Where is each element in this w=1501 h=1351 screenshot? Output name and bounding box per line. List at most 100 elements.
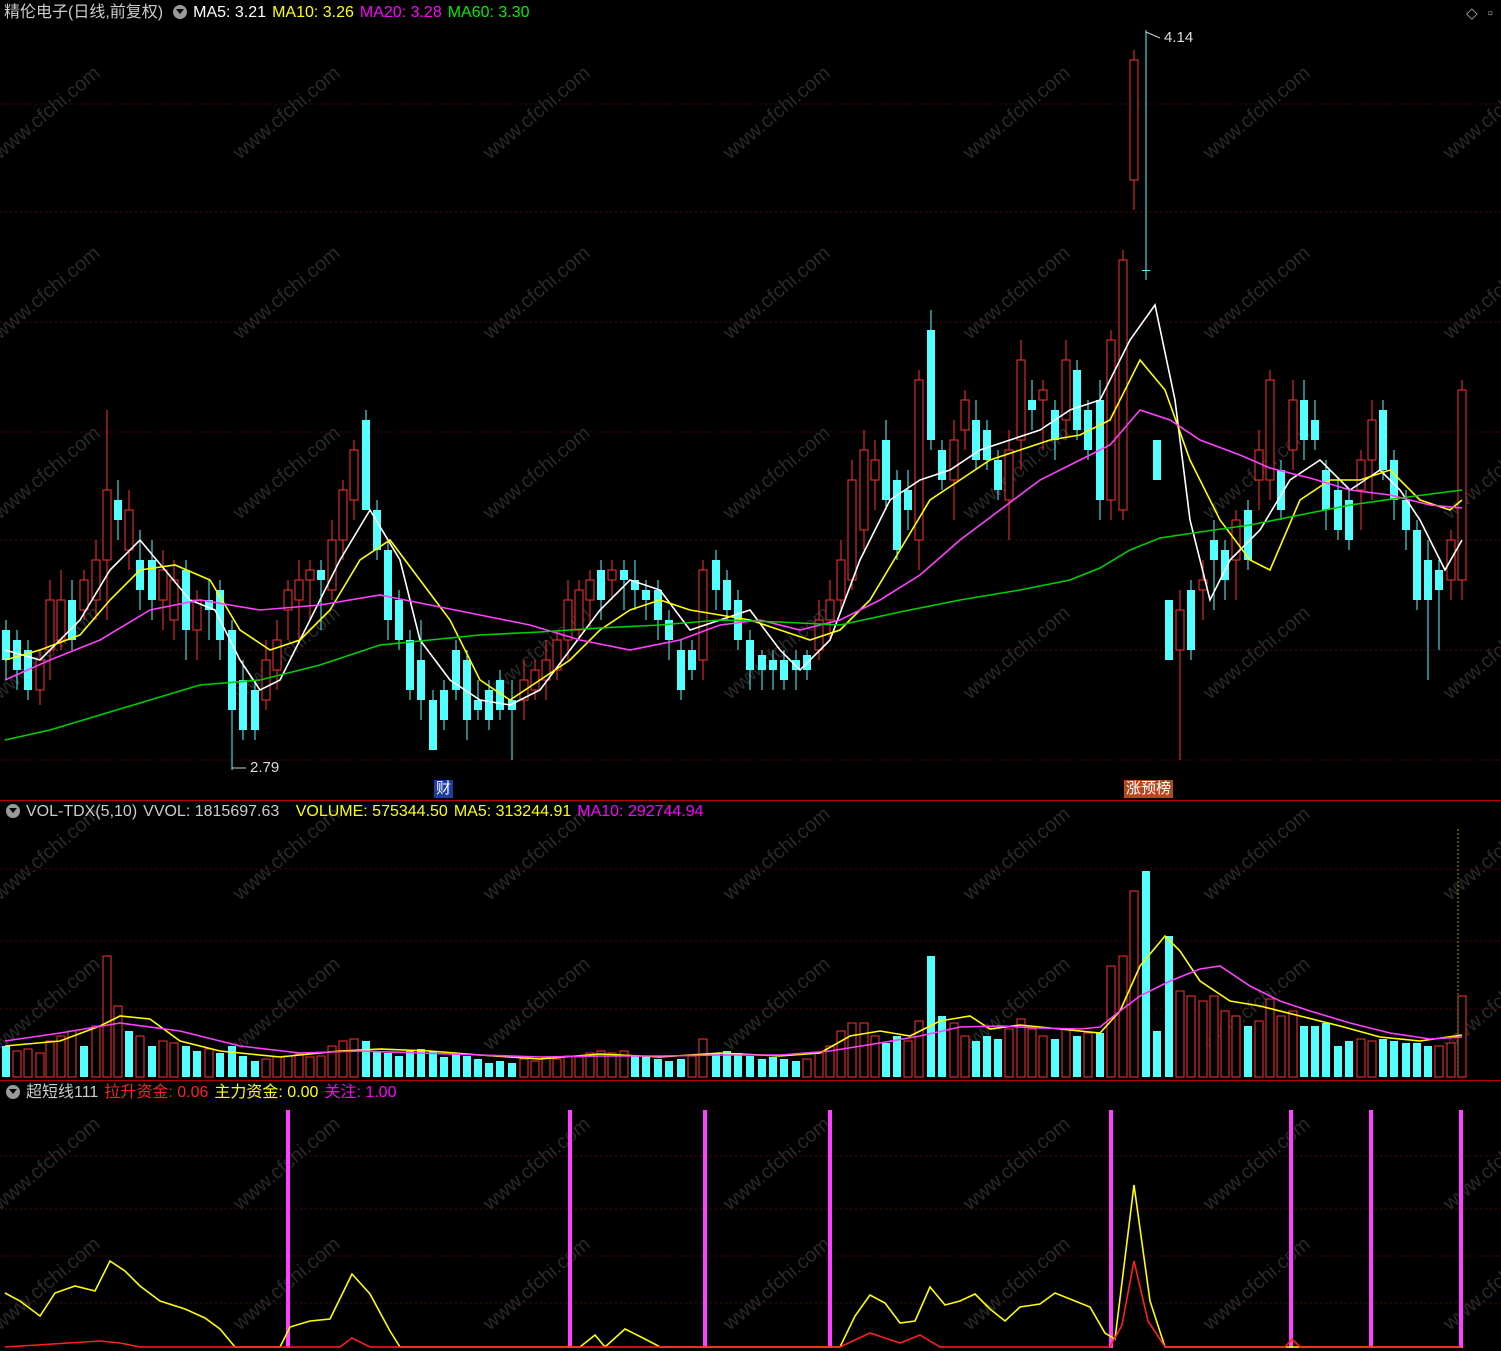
indicator-title: 超短线111 xyxy=(26,1084,99,1101)
watermark-text: www.cfchi.com xyxy=(0,242,105,345)
watermark-text: www.cfchi.com xyxy=(228,242,344,345)
candle-body-down xyxy=(665,620,673,640)
candle-body-up xyxy=(563,599,573,641)
candle-body-down xyxy=(1322,470,1330,510)
indicator-menu-icon[interactable] xyxy=(6,804,20,818)
diamond-icon[interactable]: ◇ xyxy=(1466,5,1478,22)
indicator-panel-header: 超短线111 拉升资金: 0.06 主力资金: 0.00 关注: 1.00 xyxy=(0,1082,1501,1104)
finance-tag[interactable]: 财 xyxy=(434,780,454,798)
candle-body-up xyxy=(825,599,835,621)
volume-bar-up xyxy=(1198,1000,1208,1078)
volume-bar-up xyxy=(1446,1042,1456,1078)
watermark-text: www.cfchi.com xyxy=(478,953,594,1056)
volume-bar-up xyxy=(563,1055,573,1078)
stock-name: 精伦电子 xyxy=(4,4,69,21)
candle-body-up xyxy=(960,399,970,431)
guanzhu-signal-bar xyxy=(286,1110,290,1348)
candle-body-down xyxy=(136,560,144,590)
watermark-text: www.cfchi.com xyxy=(718,1113,834,1216)
volume-bar-down xyxy=(780,1059,788,1077)
watermark-text: www.cfchi.com xyxy=(228,953,344,1056)
watermark-text: www.cfchi.com xyxy=(478,62,594,165)
candle-body-down xyxy=(395,600,403,640)
volume-bar-up xyxy=(1061,1028,1071,1078)
volume-bar-up xyxy=(960,1035,970,1078)
indicator-menu-icon[interactable] xyxy=(173,5,188,19)
volume-bar-up xyxy=(552,1058,562,1078)
rank-tag[interactable]: 涨预榜 xyxy=(1124,780,1174,798)
candle-body-down xyxy=(406,640,414,690)
volume-bar-down xyxy=(216,1053,224,1077)
volume-bar-down xyxy=(80,1046,88,1077)
volume-chart[interactable]: www.cfchi.com www.cfchi.com www.cfchi.com w… xyxy=(0,801,1501,1081)
candle-body-down xyxy=(904,490,912,510)
volume-bar-up xyxy=(169,1042,179,1078)
watermark-text: www.cfchi.com xyxy=(478,422,594,525)
volume-panel-header: VOL-TDX(5,10) VVOL: 1815697.63 VOLUME: 57… xyxy=(0,801,1501,823)
watermark-text: www.cfchi.com xyxy=(1438,953,1501,1056)
candle-body-down xyxy=(1334,490,1342,530)
watermark-text: www.cfchi.com xyxy=(228,422,344,525)
watermark-text: www.cfchi.com xyxy=(958,62,1074,165)
volume-bar-up xyxy=(158,1040,168,1078)
volume-bar-down xyxy=(228,1046,236,1077)
candle-body-down xyxy=(1153,440,1161,480)
candle-body-up xyxy=(914,379,924,541)
candle-body-up xyxy=(607,569,617,581)
window-controls: ◇ ▫ xyxy=(1456,4,1493,22)
volume-bar-down xyxy=(1424,1046,1432,1077)
candle-body-down xyxy=(882,440,890,500)
volume-bar-down xyxy=(251,1061,259,1077)
candle-body-up xyxy=(1004,449,1014,501)
price-chart[interactable]: www.cfchi.com www.cfchi.com www.cfchi.com w… xyxy=(0,0,1501,800)
candle-body-up xyxy=(1356,459,1366,491)
volume-bar-down xyxy=(1153,1031,1161,1077)
candle-body-up xyxy=(1038,389,1048,401)
candle-body-down xyxy=(1142,270,1150,271)
volume-bar-down xyxy=(440,1057,448,1077)
candle-body-down xyxy=(317,570,325,580)
watermark-text: www.cfchi.com xyxy=(1198,1113,1314,1216)
watermark-text: www.cfchi.com xyxy=(0,1113,105,1216)
volume-bar-down xyxy=(734,1053,742,1077)
candle-body-down xyxy=(228,630,236,710)
volume-bar-down xyxy=(1096,1033,1104,1077)
volume-bar-down xyxy=(395,1056,403,1077)
volume-bar-up xyxy=(1186,995,1196,1078)
candle-body-down xyxy=(239,680,247,730)
candle-body-down xyxy=(677,650,685,690)
candle-body-down xyxy=(1424,560,1432,600)
candle-body-up xyxy=(870,459,880,481)
watermark-text: www.cfchi.com xyxy=(718,62,834,165)
volume-bar-up xyxy=(261,1058,271,1078)
ma10-legend: MA10: 3.26 xyxy=(272,4,354,21)
guanzhu-signal-bar xyxy=(1289,1110,1293,1348)
volume-bar-up xyxy=(305,1056,315,1078)
volume-bar-down xyxy=(1334,1046,1342,1077)
volume-bar-down xyxy=(746,1056,754,1077)
candle-body-up xyxy=(1016,359,1026,441)
indicator-menu-icon[interactable] xyxy=(6,1085,20,1099)
watermark-text: www.cfchi.com xyxy=(478,1233,594,1336)
candle-body-up xyxy=(847,479,857,581)
expand-icon[interactable]: ▫ xyxy=(1488,5,1493,22)
candle-body-up xyxy=(1288,399,1298,451)
volume-bar-down xyxy=(384,1053,392,1077)
volume-bar-down xyxy=(239,1056,247,1077)
guanzhu-signal-bar xyxy=(1369,1110,1373,1348)
candle-body-up xyxy=(698,569,708,661)
candle-body-up xyxy=(1129,59,1139,181)
indicator-chart[interactable]: www.cfchi.com www.cfchi.com www.cfchi.com w… xyxy=(0,1081,1501,1351)
candle-body-down xyxy=(620,570,628,580)
candle-body-down xyxy=(1413,530,1421,600)
low-price-label: 2.79 xyxy=(250,759,280,776)
volume-bar-up xyxy=(1276,1015,1286,1078)
volume-bar-down xyxy=(994,1039,1002,1077)
vol-ma5-legend: MA5: 313244.91 xyxy=(453,803,572,820)
volume-bar-down xyxy=(631,1055,639,1077)
zhuli-legend: 主力资金: 0.00 xyxy=(214,1084,319,1101)
candle-body-up xyxy=(294,579,304,601)
candle-body-up xyxy=(859,449,869,531)
ma5-legend: MA5: 3.21 xyxy=(193,4,267,21)
volume-bar-down xyxy=(125,1031,133,1077)
